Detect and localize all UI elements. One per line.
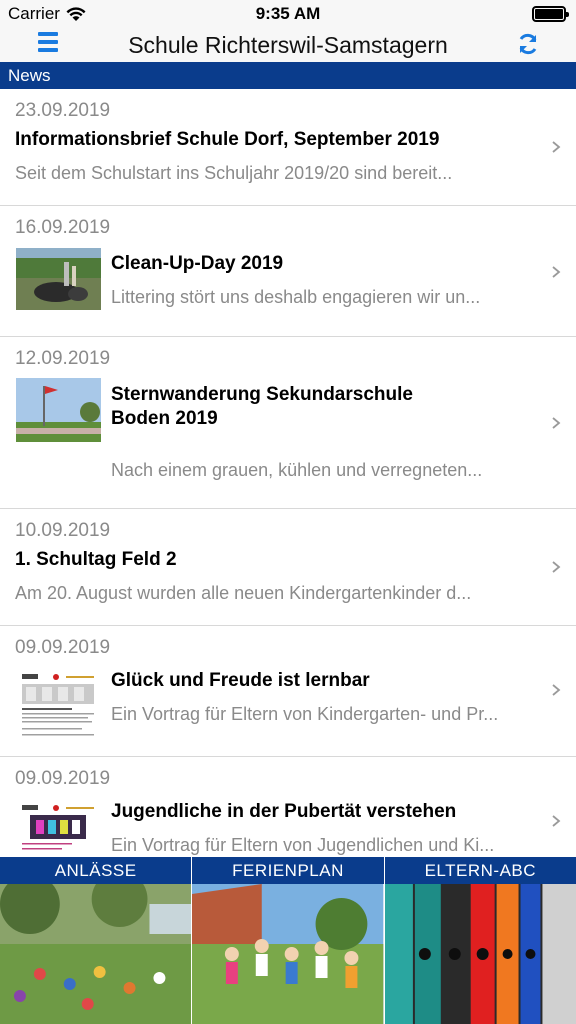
nav-bar: Schule Richterswil-Samstagern: [0, 28, 576, 62]
section-header-news: News: [0, 62, 576, 89]
news-teaser: Nach einem grauen, kühlen und verregnete…: [111, 460, 483, 480]
chevron-right-icon: [552, 815, 561, 827]
news-item[interactable]: 10.09.2019 1. Schultag Feld 2 Am 20. Aug…: [0, 509, 576, 626]
tile-anlaesse-image: [0, 884, 192, 1024]
chevron-right-icon: [552, 417, 561, 429]
news-title-line: Sternwanderung Sekundarschule: [111, 384, 413, 405]
news-item[interactable]: 09.09.2019 Glück und Freude ist lernbar …: [0, 626, 576, 757]
news-title: Jugendliche in der Pubertät verstehen: [111, 801, 457, 822]
news-thumbnail-image: [16, 248, 101, 310]
bottom-tiles: ANLÄSSE FERIENPLAN ELTERN-ABC: [0, 857, 576, 1024]
tile-eltern-abc-image: [384, 884, 576, 1024]
news-thumbnail-image: [16, 378, 101, 442]
battery-icon: [532, 6, 569, 22]
news-teaser: Am 20. August wurden alle neuen Kinderga…: [15, 583, 472, 603]
tile-anlaesse[interactable]: ANLÄSSE: [0, 857, 192, 1024]
status-time: 9:35 AM: [255, 4, 321, 23]
tile-eltern-abc[interactable]: ELTERN-ABC: [384, 857, 576, 1024]
news-item[interactable]: 23.09.2019 Informationsbrief Schule Dorf…: [0, 89, 576, 206]
news-item[interactable]: 12.09.2019 Sternwanderung Sekundarschule…: [0, 337, 576, 509]
news-thumbnail-image: [16, 668, 101, 746]
news-item[interactable]: 16.09.2019 Clean-Up-Day 2019 Littering s…: [0, 206, 576, 337]
tile-label: FERIENPLAN: [192, 857, 384, 884]
news-date: 09.09.2019: [15, 768, 111, 789]
news-date: 09.09.2019: [15, 637, 111, 658]
news-teaser: Ein Vortrag für Eltern von Jugendlichen …: [111, 835, 495, 855]
page-title: Schule Richterswil-Samstagern: [128, 32, 448, 58]
news-thumbnail-image: [16, 799, 101, 857]
news-teaser: Ein Vortrag für Eltern von Kindergarten-…: [111, 704, 499, 724]
tile-ferienplan[interactable]: FERIENPLAN: [192, 857, 384, 1024]
news-title: Glück und Freude ist lernbar: [111, 670, 370, 691]
tile-ferienplan-image: [192, 884, 384, 1024]
chevron-right-icon: [552, 684, 561, 696]
news-title: Informationsbrief Schule Dorf, September…: [15, 129, 440, 150]
chevron-right-icon: [552, 141, 561, 153]
news-title: Sternwanderung Sekundarschule Boden 2019: [111, 383, 413, 431]
chevron-right-icon: [552, 561, 561, 573]
news-date: 12.09.2019: [15, 348, 111, 369]
news-title: Clean-Up-Day 2019: [111, 253, 284, 274]
news-date: 16.09.2019: [15, 217, 111, 238]
news-list[interactable]: 23.09.2019 Informationsbrief Schule Dorf…: [0, 89, 576, 857]
tile-label: ELTERN-ABC: [384, 857, 576, 884]
news-item[interactable]: 09.09.2019 Jugendliche in der Pubertät v…: [0, 757, 576, 857]
news-teaser: Littering stört uns deshalb engagieren w…: [111, 287, 481, 307]
chevron-right-icon: [552, 266, 561, 278]
news-date: 10.09.2019: [15, 520, 111, 541]
refresh-icon[interactable]: [516, 32, 540, 56]
news-title: 1. Schultag Feld 2: [15, 549, 177, 570]
status-bar: Carrier 9:35 AM: [0, 0, 576, 28]
news-date: 23.09.2019: [15, 100, 111, 121]
tile-label: ANLÄSSE: [0, 857, 192, 884]
news-title-line: Boden 2019: [111, 408, 218, 429]
news-teaser: Seit dem Schulstart ins Schuljahr 2019/2…: [15, 163, 453, 183]
